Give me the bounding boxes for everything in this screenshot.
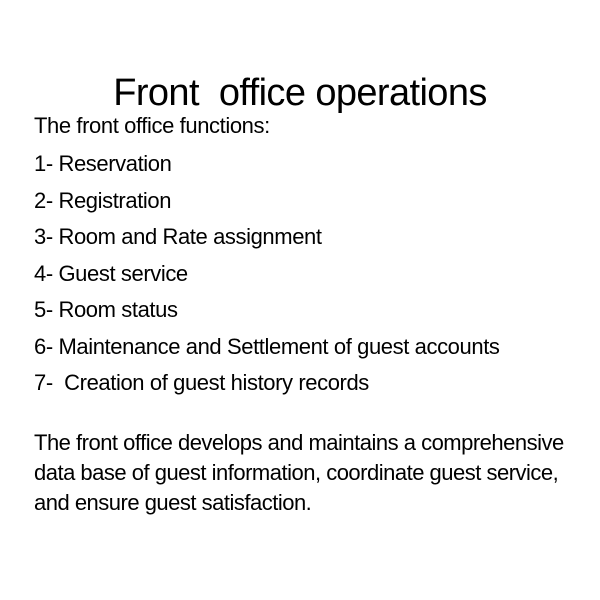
summary-paragraph: The front office develops and maintains … [34, 430, 564, 515]
slide-title: Front office operations [113, 72, 487, 115]
slide: Front office operations The front office… [0, 0, 600, 600]
functions-list: 1- Reservation 2- Registration 3- Room a… [34, 146, 500, 402]
function-item-reservation: 1- Reservation [34, 151, 172, 176]
functions-intro: The front office functions: [34, 113, 270, 138]
function-item-registration: 2- Registration [34, 187, 172, 213]
function-item-guest-history: 7- Creation of guest history records [34, 370, 369, 395]
function-item-room-rate-assignment: 3- Room and Rate assignment [34, 224, 322, 249]
function-item-room-status: 5- Room status [34, 297, 178, 322]
function-item-guest-service: 4- Guest service [34, 260, 188, 286]
function-item-maintenance-settlement: 6- Maintenance and Settlement of guest a… [34, 333, 500, 359]
